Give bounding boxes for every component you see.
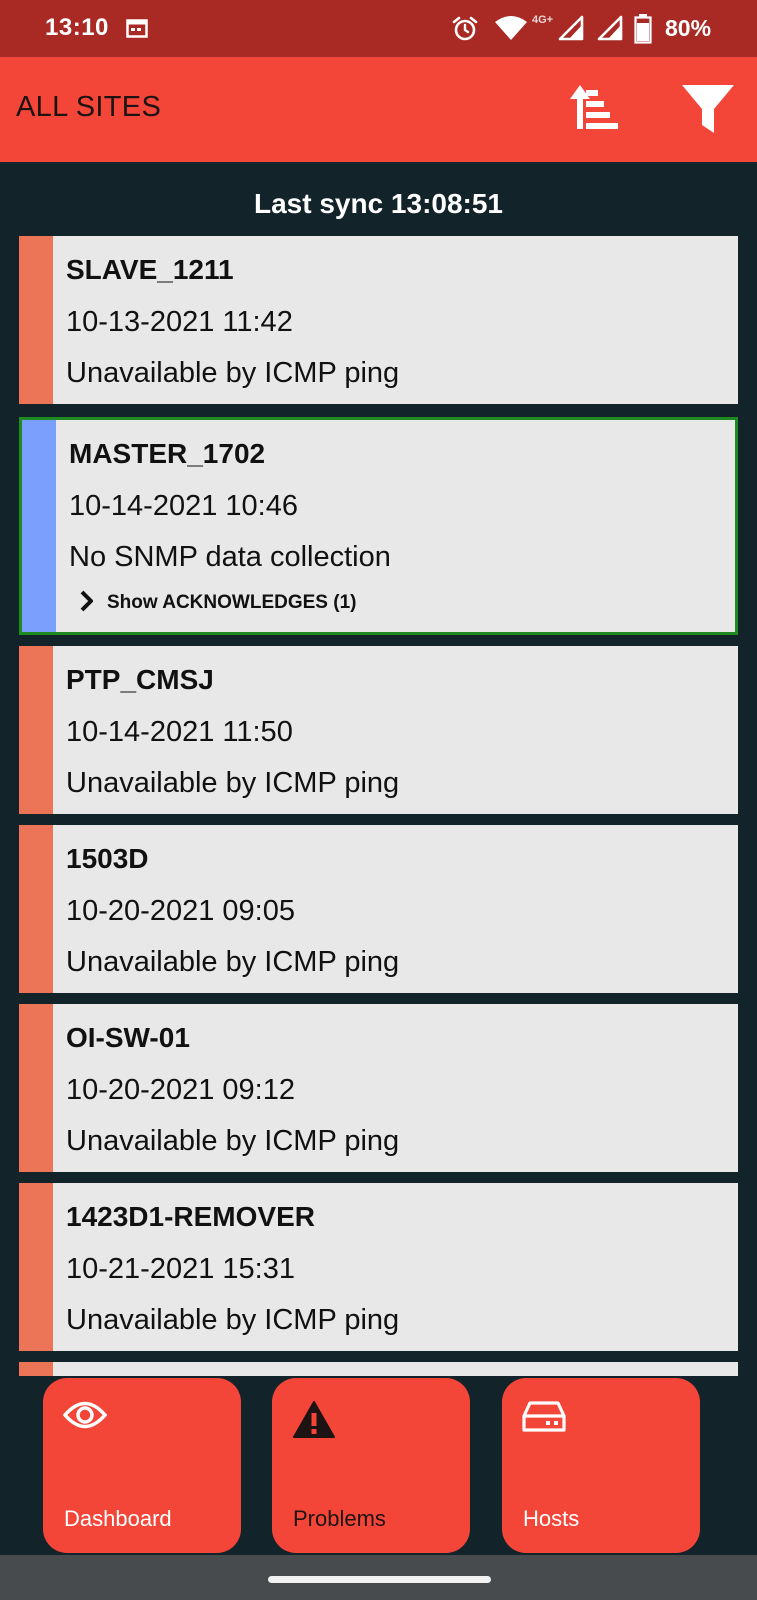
nav-dashboard-button[interactable]: Dashboard	[43, 1378, 241, 1553]
problem-time: 10-14-2021 11:50	[66, 716, 293, 748]
problem-time: 10-20-2021 09:05	[66, 895, 295, 927]
signal-icon	[597, 15, 623, 46]
page-title: ALL SITES	[16, 91, 162, 123]
problem-time: 10-20-2021 09:12	[66, 1074, 295, 1106]
problem-host: 1423D1-REMOVER	[66, 1201, 315, 1232]
signal-icon	[558, 15, 584, 46]
problem-host: PTP_CMSJ	[66, 664, 214, 695]
severity-bar	[19, 646, 53, 814]
filter-button[interactable]	[682, 77, 754, 143]
system-nav-bar	[0, 1555, 757, 1600]
problem-description: Unavailable by ICMP ping	[66, 1304, 400, 1336]
battery-percent: 80%	[665, 15, 712, 41]
problem-host: OI-SW-01	[66, 1022, 190, 1053]
nav-dashboard-label: Dashboard	[64, 1506, 172, 1531]
problem-host: SLAVE_1211	[66, 254, 234, 285]
nav-hosts-button[interactable]: Hosts	[502, 1378, 700, 1553]
problem-card[interactable]: 1503D 10-20-2021 09:05 Unavailable by IC…	[19, 825, 738, 993]
chevron-right-icon	[79, 589, 95, 618]
problem-time: 10-13-2021 11:42	[66, 306, 293, 338]
nav-problems-label: Problems	[293, 1506, 386, 1531]
problem-card[interactable]: OI-SW-01 10-20-2021 09:12 Unavailable by…	[19, 1004, 738, 1172]
server-icon	[522, 1400, 566, 1439]
sort-icon	[568, 85, 640, 147]
battery-icon	[634, 14, 652, 49]
last-sync-label: Last sync 13:08:51	[253, 188, 504, 219]
problem-description: Unavailable by ICMP ping	[66, 767, 400, 799]
problem-time: 10-21-2021 15:31	[66, 1253, 295, 1285]
problem-card[interactable]: PTP_CMSJ 10-14-2021 11:50 Unavailable by…	[19, 646, 738, 814]
problem-host: 1503D	[66, 843, 149, 874]
problem-description: Unavailable by ICMP ping	[66, 946, 400, 978]
show-acknowledges-label: Show ACKNOWLEDGES (1)	[107, 592, 357, 613]
problem-card-partial[interactable]	[19, 1362, 738, 1376]
sort-button[interactable]	[568, 77, 640, 143]
show-acknowledges-toggle[interactable]: Show ACKNOWLEDGES (1)	[79, 588, 356, 618]
app-bar: ALL SITES	[0, 57, 757, 162]
problem-host: MASTER_1702	[69, 438, 266, 469]
alarm-icon	[451, 15, 479, 48]
problem-list[interactable]: SLAVE_1211 10-13-2021 11:42 Unavailable …	[0, 236, 757, 1376]
network-type: 4G+	[532, 14, 554, 26]
nav-hosts-label: Hosts	[523, 1506, 580, 1531]
severity-bar	[22, 420, 56, 632]
status-time: 13:10	[45, 14, 109, 41]
problem-card[interactable]: 1423D1-REMOVER 10-21-2021 15:31 Unavaila…	[19, 1183, 738, 1351]
eye-icon	[62, 1400, 108, 1435]
status-bar: 13:10 4G+ 80%	[0, 0, 757, 57]
problem-description: No SNMP data collection	[69, 541, 391, 573]
nav-problems-button[interactable]: Problems	[272, 1378, 470, 1553]
problem-time: 10-14-2021 10:46	[69, 490, 298, 522]
severity-bar	[19, 1004, 53, 1172]
problem-description: Unavailable by ICMP ping	[66, 1125, 400, 1157]
severity-bar	[19, 1362, 53, 1376]
problem-description: Unavailable by ICMP ping	[66, 357, 400, 389]
warning-icon	[292, 1400, 336, 1445]
problem-card[interactable]: SLAVE_1211 10-13-2021 11:42 Unavailable …	[19, 236, 738, 404]
filter-icon	[682, 85, 754, 147]
home-gesture-pill[interactable]	[268, 1576, 491, 1583]
severity-bar	[19, 236, 53, 404]
problem-card-selected[interactable]: MASTER_1702 10-14-2021 10:46 No SNMP dat…	[19, 417, 738, 635]
severity-bar	[19, 1183, 53, 1351]
severity-bar	[19, 825, 53, 993]
calendar-icon	[126, 18, 148, 43]
wifi-icon	[494, 15, 528, 46]
